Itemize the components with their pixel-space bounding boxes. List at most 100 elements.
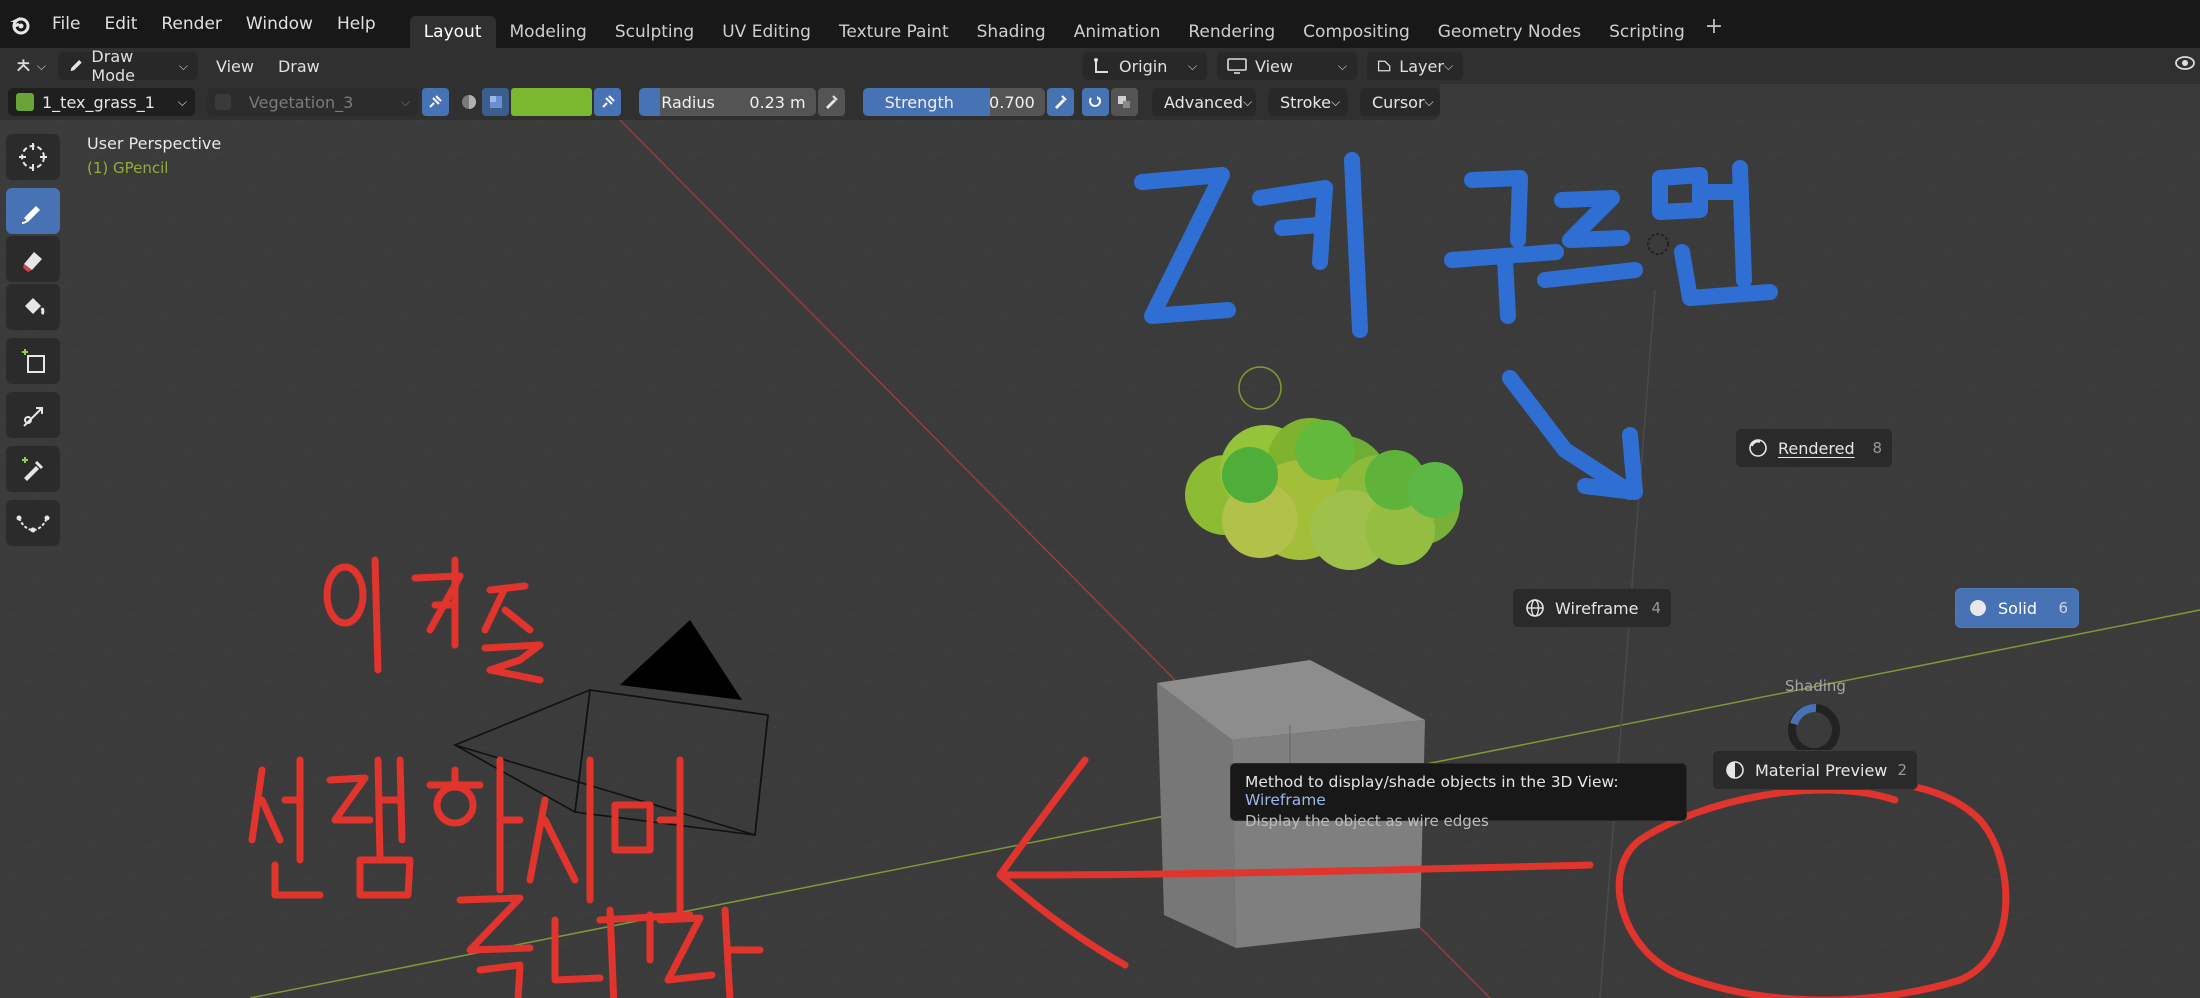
tab-scripting[interactable]: Scripting: [1595, 16, 1699, 48]
layer-dropdown[interactable]: Layer ⌵: [1367, 52, 1463, 80]
tab-texture-paint[interactable]: Texture Paint: [825, 16, 963, 48]
stroke-placement-button[interactable]: [1081, 88, 1109, 116]
tooltip-value: Wireframe: [1245, 791, 1326, 809]
tool-transform[interactable]: [6, 392, 60, 438]
viewport-header: ⌵ Draw Mode ⌵ View Draw Origin ⌵ View ⌵ …: [0, 47, 2200, 85]
menu-view[interactable]: View: [204, 57, 266, 76]
chevron-down-icon: ⌵: [1424, 94, 1434, 109]
solid-label: Solid: [1998, 598, 2037, 618]
solid-icon: [1968, 598, 1988, 618]
tab-layout[interactable]: Layout: [409, 16, 496, 48]
workspace-tabs: Layout Modeling Sculpting UV Editing Tex…: [409, 0, 1723, 48]
tool-curve[interactable]: [6, 500, 60, 546]
tooltip-description: Method to display/shade objects in the 3…: [1245, 773, 1619, 791]
brush-icon: [21, 206, 40, 224]
strength-pressure-button[interactable]: [1046, 88, 1074, 116]
rendered-shortcut: 8: [1872, 439, 1882, 457]
cursor-label: Cursor: [1371, 92, 1425, 112]
strength-slider[interactable]: Strength 0.700: [862, 88, 1045, 116]
pie-material-preview-button[interactable]: Material Preview 2: [1712, 750, 1918, 790]
tab-shading[interactable]: Shading: [963, 16, 1060, 48]
box-icon: [22, 349, 45, 373]
rendered-icon: [1748, 438, 1768, 458]
cursor-dropdown[interactable]: Cursor ⌵: [1359, 88, 1440, 116]
floor-grid: [0, 120, 2200, 998]
tool-cursor[interactable]: [6, 134, 60, 180]
origin-dropdown[interactable]: Origin ⌵: [1083, 52, 1207, 80]
tab-uv-editing[interactable]: UV Editing: [708, 16, 825, 48]
tool-fill[interactable]: [6, 284, 60, 330]
advanced-dropdown[interactable]: Advanced ⌵: [1151, 88, 1256, 116]
menu-window[interactable]: Window: [234, 0, 325, 48]
pin-icon: [601, 95, 615, 108]
active-object-label: (1) GPencil: [87, 159, 169, 177]
radius-fill: [639, 88, 661, 116]
blender-logo-icon[interactable]: [0, 0, 40, 48]
3d-viewport[interactable]: User Perspective (1) GPencil Rendered 8 …: [0, 120, 2200, 998]
eye-icon[interactable]: [2174, 53, 2196, 77]
tab-sculpting[interactable]: Sculpting: [601, 16, 708, 48]
material-dropdown[interactable]: 1_tex_grass_1 ⌵: [8, 88, 195, 116]
pin-icon: [429, 95, 443, 108]
mode-dropdown[interactable]: Draw Mode ⌵: [58, 47, 198, 85]
chevron-down-icon: ⌵: [178, 58, 188, 73]
pressure-icon: [1055, 95, 1068, 109]
strength-value: 0.700: [989, 92, 1035, 112]
radius-pressure-button[interactable]: [817, 88, 845, 116]
tool-settings-bar: 1_tex_grass_1 ⌵ Vegetation_3 ⌵ Radius 0.…: [0, 84, 1440, 120]
layers-toggle-icon: [1118, 96, 1131, 108]
wireframe-label: Wireframe: [1555, 598, 1639, 618]
curve-icon: [16, 515, 50, 533]
viewport-canvas: [0, 120, 2200, 998]
tab-geometry-nodes[interactable]: Geometry Nodes: [1424, 16, 1595, 48]
top-menu-bar: File Edit Render Window Help Layout Mode…: [0, 0, 2200, 48]
chevron-down-icon: ⌵: [36, 58, 46, 73]
editor-type-dropdown[interactable]: ⌵: [8, 52, 52, 80]
chevron-down-icon: ⌵: [177, 94, 187, 109]
material-slot-icon: [214, 94, 231, 110]
tool-eyedropper[interactable]: [6, 446, 60, 492]
rendered-label: Rendered: [1778, 438, 1855, 458]
menu-edit[interactable]: Edit: [92, 0, 149, 48]
pie-solid-button[interactable]: Solid 6: [1955, 588, 2079, 628]
layer-icon: [1377, 60, 1391, 72]
radius-label: Radius: [661, 92, 715, 112]
tab-compositing[interactable]: Compositing: [1289, 16, 1424, 48]
layer-label: Layer: [1399, 56, 1444, 76]
left-toolbar: [6, 134, 62, 548]
transform-icon: [23, 407, 43, 427]
tab-animation[interactable]: Animation: [1060, 16, 1175, 48]
draw-mode-toggle-button[interactable]: [1110, 88, 1138, 116]
menu-draw[interactable]: Draw: [266, 57, 332, 76]
chevron-down-icon: ⌵: [1337, 58, 1347, 73]
pin-material-button[interactable]: [421, 88, 449, 116]
chevron-down-icon: ⌵: [1242, 94, 1253, 109]
material-label: 1_tex_grass_1: [42, 92, 155, 112]
sphere-icon: [461, 95, 476, 109]
menu-help[interactable]: Help: [325, 0, 388, 48]
layer-material-dropdown[interactable]: Vegetation_3 ⌵: [206, 88, 418, 116]
vertex-color-mode-button[interactable]: [482, 88, 510, 116]
cursor-icon: [19, 143, 47, 171]
loop-icon: [1089, 96, 1102, 107]
stroke-dropdown[interactable]: Stroke ⌵: [1267, 88, 1348, 116]
material-preview-shortcut: 2: [1897, 761, 1907, 779]
tool-box[interactable]: [6, 338, 60, 384]
tool-draw[interactable]: [6, 188, 60, 234]
radius-slider[interactable]: Radius 0.23 m: [639, 88, 816, 116]
color-swatch[interactable]: [511, 88, 593, 116]
pin-color-button[interactable]: [594, 88, 622, 116]
tab-rendering[interactable]: Rendering: [1174, 16, 1289, 48]
menu-file[interactable]: File: [40, 0, 92, 48]
view-orientation-dropdown[interactable]: View ⌵: [1217, 52, 1357, 80]
add-workspace-button[interactable]: +: [1705, 14, 1723, 48]
pie-rendered-button[interactable]: Rendered 8: [1735, 428, 1893, 468]
material-mode-button[interactable]: [455, 88, 482, 116]
eraser-icon: [23, 252, 42, 272]
pie-wireframe-button[interactable]: Wireframe 4: [1512, 588, 1672, 628]
tool-erase[interactable]: [6, 236, 60, 282]
tab-modeling[interactable]: Modeling: [496, 16, 601, 48]
menu-render[interactable]: Render: [149, 0, 234, 48]
wireframe-shortcut: 4: [1651, 599, 1661, 617]
material-preview-label: Material Preview: [1755, 760, 1888, 780]
